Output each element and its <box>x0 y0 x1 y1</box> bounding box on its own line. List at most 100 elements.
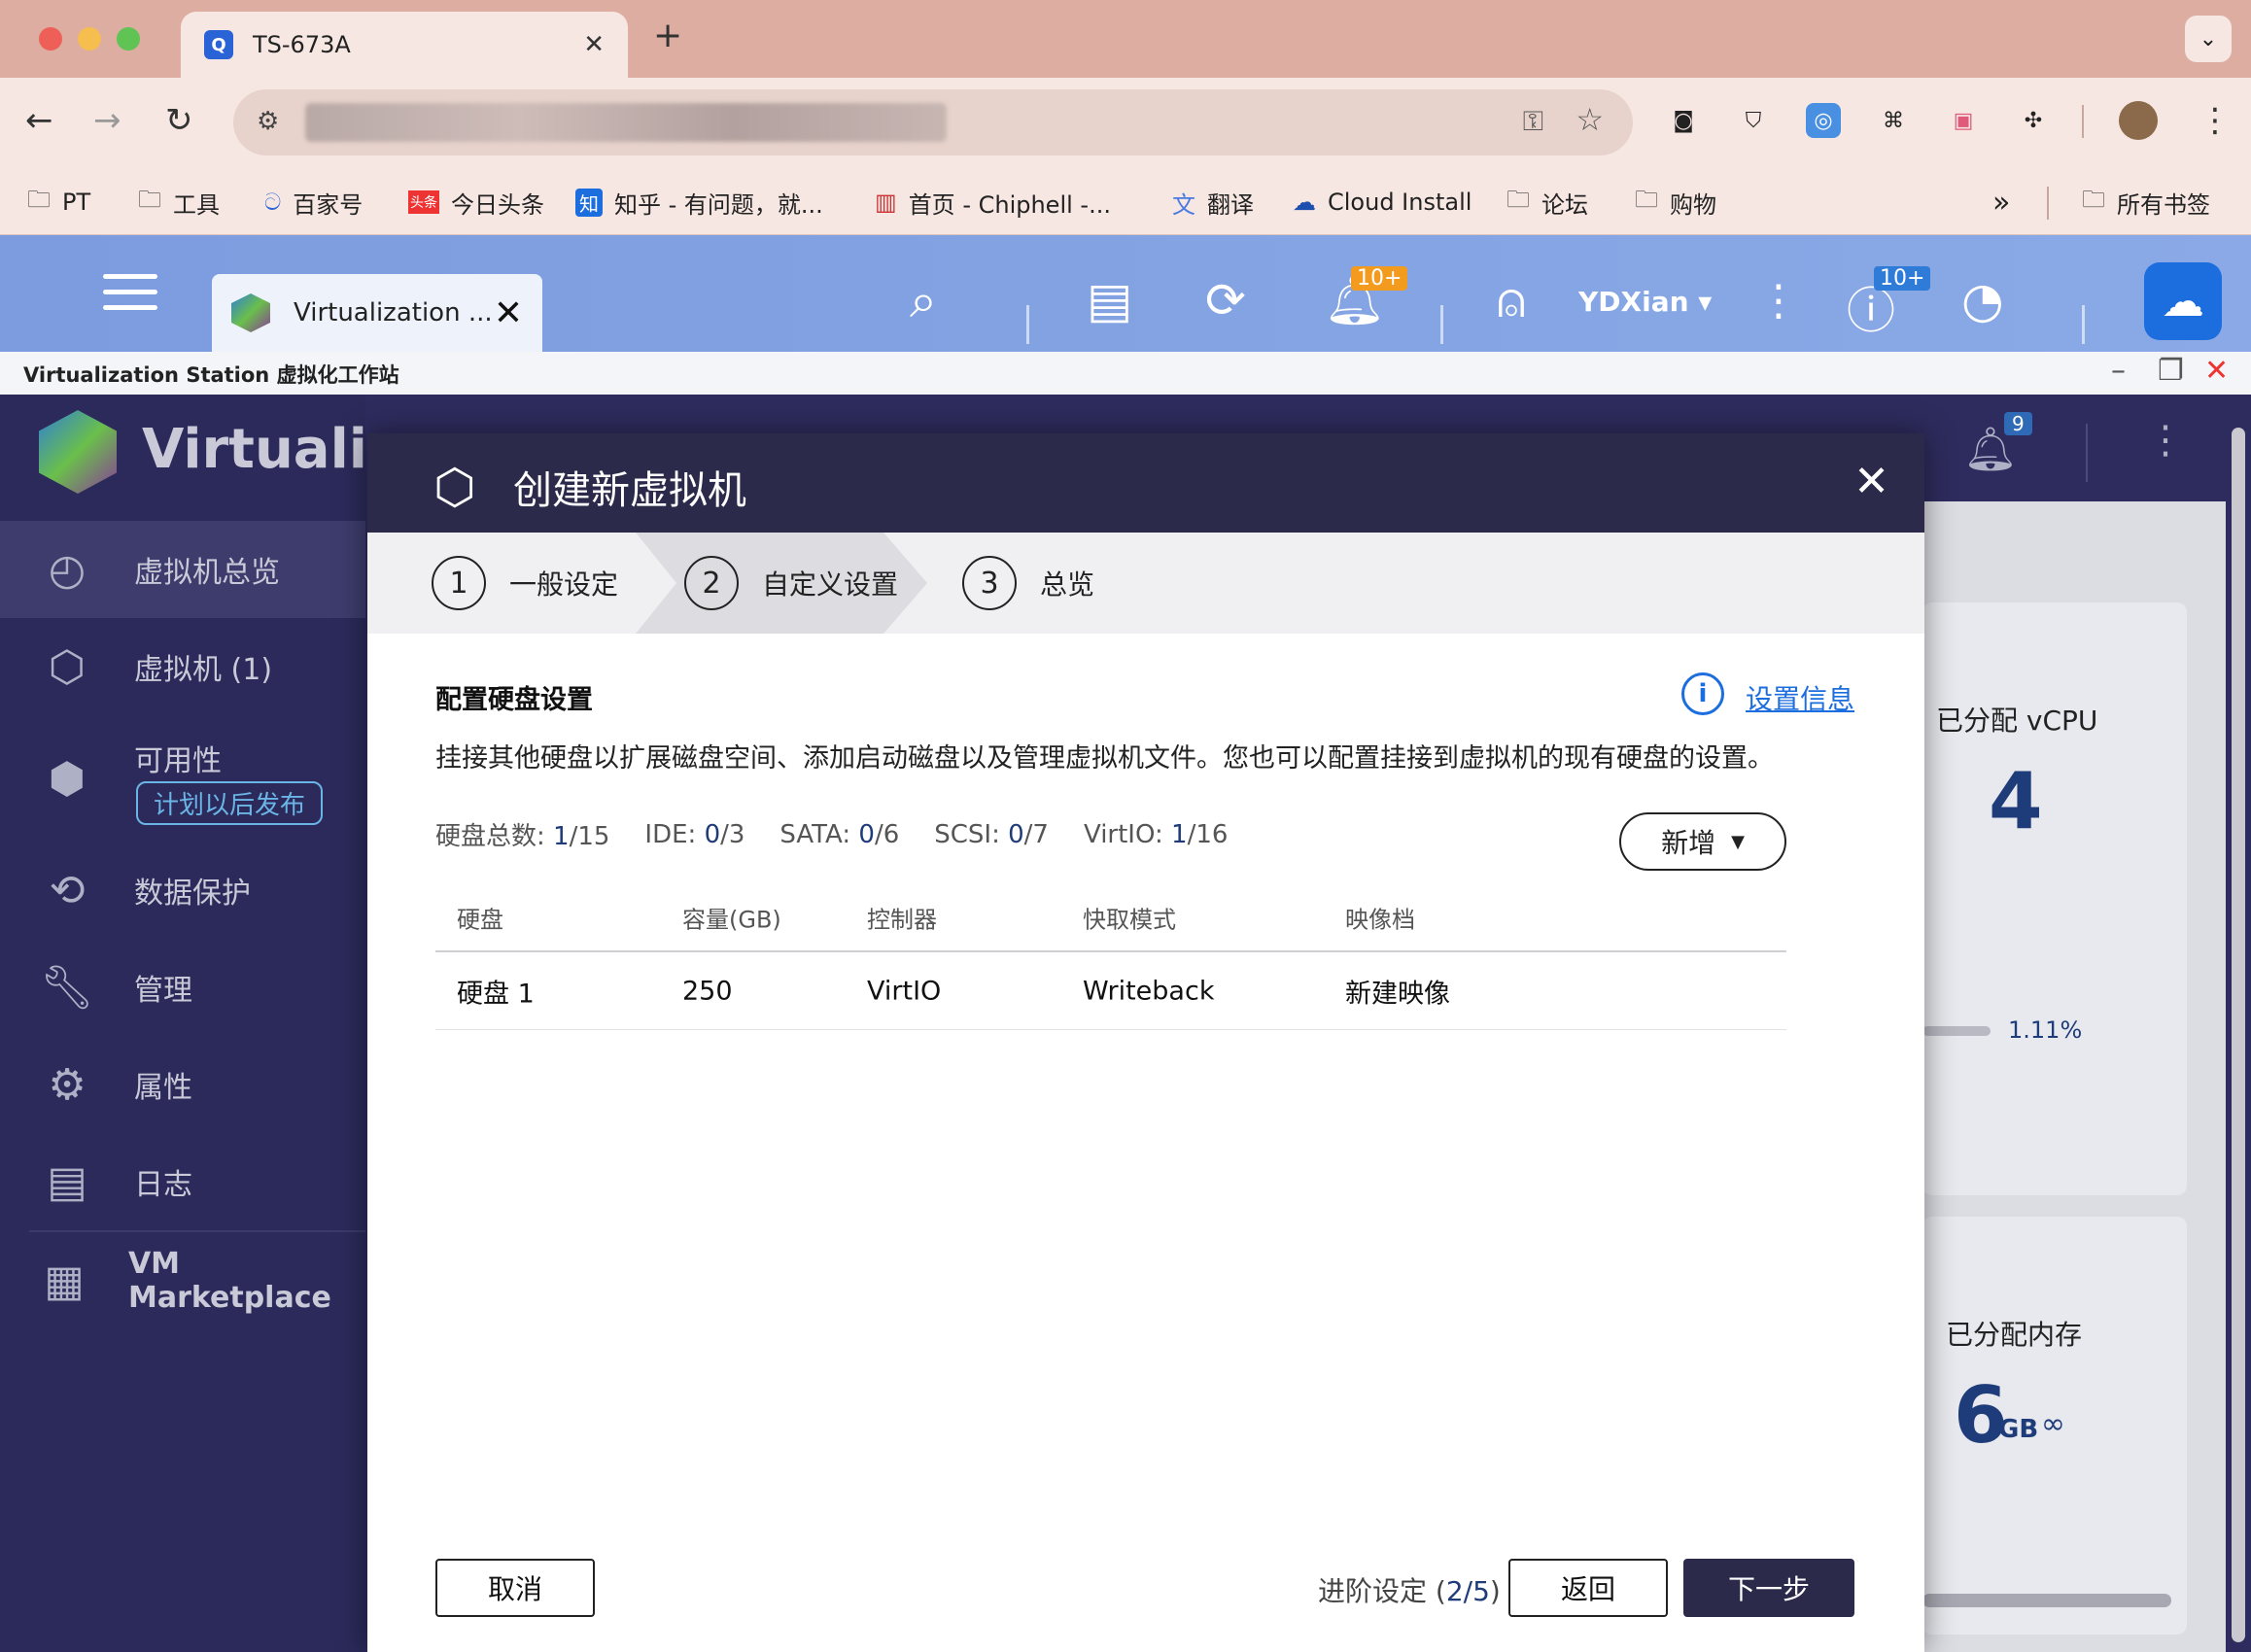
site-settings-icon[interactable]: ⚙ <box>257 107 279 136</box>
minimize-window-button[interactable] <box>78 27 101 51</box>
bookmark-label: 论坛 <box>1541 190 1588 219</box>
user-admin-icon[interactable]: ⍝ <box>1497 272 1526 329</box>
app-window-title: Virtualization Station 虚拟化工作站 <box>23 363 399 387</box>
back-button[interactable]: 返回 <box>1508 1559 1668 1617</box>
bookmarks-separator <box>2047 187 2049 220</box>
bookmark-label: 翻译 <box>1207 190 1254 219</box>
browser-tab[interactable]: Q TS-673A ✕ <box>181 12 628 78</box>
bookmark-tools[interactable]: 🗀 工具 <box>138 179 220 225</box>
sync-icon[interactable]: ⟳ <box>1205 272 1246 328</box>
add-disk-button[interactable]: 新增 ▼ <box>1619 812 1786 871</box>
bookmark-cloud-install[interactable]: ☁ Cloud Install <box>1293 179 1472 225</box>
bookmark-star-icon[interactable]: ☆ <box>1576 101 1604 138</box>
close-app-icon[interactable]: ✕ <box>2204 354 2229 388</box>
bookmark-pt[interactable]: 🗀 PT <box>27 179 90 225</box>
next-button[interactable]: 下一步 <box>1683 1559 1854 1617</box>
header-separator <box>2086 424 2088 482</box>
bookmark-baijiahao[interactable]: ට 百家号 <box>264 179 363 225</box>
more-bookmarks-chevron-icon[interactable]: » <box>1992 179 2010 225</box>
password-key-icon[interactable]: ⚿ <box>1523 105 1543 138</box>
sidebar-item-logs[interactable]: ▤ 日志 <box>0 1133 365 1230</box>
sidebar-item-management[interactable]: 🔧︎ 管理 <box>0 939 365 1036</box>
bookmark-shopping[interactable]: 🗀 购物 <box>1635 179 1716 225</box>
sidebar-item-overview[interactable]: ◴ 虚拟机总览 <box>0 521 365 618</box>
vcpu-value: 4 <box>1989 756 2043 846</box>
data-protection-icon: ⟲ <box>49 865 86 915</box>
qts-app-tab[interactable]: Virtualization ... ✕ <box>212 274 542 352</box>
qts-separator <box>1026 305 1029 344</box>
folder-icon: 🗀 <box>1635 185 1658 213</box>
qts-app-tab-label: Virtualization ... <box>294 298 493 327</box>
myqnapcloud-icon[interactable]: ☁ <box>2144 262 2222 340</box>
table-row[interactable]: 硬盘 1 250 VirtIO Writeback 新建映像 <box>435 952 1786 1030</box>
disk-name: 硬盘 1 <box>457 979 535 1009</box>
forward-arrow-icon[interactable]: → <box>93 101 121 140</box>
bookmark-forum[interactable]: 🗀 论坛 <box>1506 179 1588 225</box>
new-tab-icon[interactable]: + <box>653 16 682 55</box>
bookmark-label: 工具 <box>173 190 220 219</box>
bookmark-translate[interactable]: 文翻译 <box>1172 179 1254 225</box>
step-summary[interactable]: 3 总览 <box>962 556 1094 610</box>
step-label: 总览 <box>1040 568 1095 601</box>
bookmark-chiphell[interactable]: ▥ 首页 - Chiphell -... <box>875 179 1111 225</box>
back-arrow-icon[interactable]: ← <box>25 101 53 140</box>
extension-1-icon[interactable]: ◙ <box>1666 103 1701 138</box>
advanced-settings-progress: 进阶设定 (2/5) <box>1318 1575 1501 1607</box>
shield-extension-icon[interactable]: ⛉ <box>1736 103 1771 138</box>
user-menu[interactable]: YDXian ▾ <box>1578 286 1712 318</box>
all-bookmarks[interactable]: 🗀 所有书签 <box>2082 179 2210 225</box>
app-more-icon[interactable]: ⋮ <box>2146 418 2185 463</box>
media-icon[interactable]: ▤ <box>1087 272 1132 328</box>
main-menu-icon[interactable] <box>103 274 157 319</box>
app-bell-badge: 9 <box>2004 412 2032 435</box>
step-general[interactable]: 1 一般设定 <box>432 556 618 610</box>
sidebar-item-marketplace[interactable]: ▦ VM Marketplace <box>0 1232 365 1329</box>
tv-extension-icon[interactable]: ▣ <box>1946 103 1981 138</box>
count-ide: IDE: 0/3 <box>644 819 745 849</box>
profile-avatar[interactable] <box>2119 101 2158 140</box>
puzzle-extensions-icon[interactable]: ✣ <box>2016 103 2051 138</box>
extension-3-icon[interactable]: ◎ <box>1806 103 1841 138</box>
disk-counts: 硬盘总数: 1/15 IDE: 0/3 SATA: 0/6 SCSI: 0/7 … <box>435 816 1263 852</box>
view-details-icon[interactable]: ∞ <box>2041 1407 2065 1441</box>
address-bar[interactable]: ⚙ ⚿ ☆ <box>233 89 1633 155</box>
close-app-tab-icon[interactable]: ✕ <box>494 293 523 333</box>
more-options-icon[interactable]: ⋮ <box>1757 276 1800 326</box>
close-window-button[interactable] <box>39 27 62 51</box>
sidebar-item-data-protection[interactable]: ⟲ 数据保护 <box>0 842 365 939</box>
dialog-title: 创建新虚拟机 <box>513 468 746 513</box>
horizontal-scrollbar[interactable] <box>1922 1594 2171 1607</box>
minimize-app-icon[interactable]: – <box>2111 354 2126 388</box>
close-tab-icon[interactable]: ✕ <box>583 30 605 59</box>
notification-badge: 10+ <box>1351 266 1408 291</box>
bookmark-zhihu[interactable]: 知知乎 - 有问题，就... <box>575 179 823 225</box>
close-dialog-icon[interactable]: ✕ <box>1853 457 1889 506</box>
count-virtio: VirtIO: 1/16 <box>1083 819 1229 849</box>
bookmark-label: 知乎 - 有问题，就... <box>614 190 823 219</box>
browser-menu-icon[interactable]: ⋮ <box>2199 101 2232 140</box>
extension-4-icon[interactable]: ⌘ <box>1876 103 1911 138</box>
resource-monitor-icon[interactable]: ◔ <box>1961 272 2004 328</box>
folder-icon: 🗀 <box>1506 185 1530 213</box>
cloud-icon: ☁ <box>1293 189 1316 216</box>
sidebar-item-properties[interactable]: ⚙ 属性 <box>0 1036 365 1133</box>
memory-unit: GB <box>1998 1415 2039 1444</box>
bookmark-toutiao[interactable]: 头条 今日头条 <box>408 179 544 225</box>
maximize-app-icon[interactable]: ❐ <box>2158 354 2184 388</box>
column-header: 容量(GB) <box>682 906 781 934</box>
column-header: 快取模式 <box>1083 906 1176 934</box>
chiphell-icon: ▥ <box>875 189 897 216</box>
cancel-button[interactable]: 取消 <box>435 1559 595 1617</box>
search-icon[interactable]: ⌕ <box>910 272 937 329</box>
settings-info-link[interactable]: 设置信息 <box>1746 678 1854 717</box>
step-label: 自定义设置 <box>762 568 899 601</box>
vertical-scrollbar[interactable] <box>2232 428 2245 1642</box>
step-custom[interactable]: 2 自定义设置 <box>684 556 898 610</box>
info-circle-icon[interactable]: i <box>1681 672 1724 715</box>
zoom-window-button[interactable] <box>117 27 140 51</box>
sidebar-item-vms[interactable]: ⬡ 虚拟机 (1) <box>0 618 365 715</box>
dialog-header: ⬡ 创建新虚拟机 ✕ <box>367 433 1924 533</box>
reload-icon[interactable]: ↻ <box>165 101 193 140</box>
tab-search-chevron-icon[interactable]: ⌄ <box>2185 16 2232 62</box>
toutiao-icon: 头条 <box>408 190 439 214</box>
